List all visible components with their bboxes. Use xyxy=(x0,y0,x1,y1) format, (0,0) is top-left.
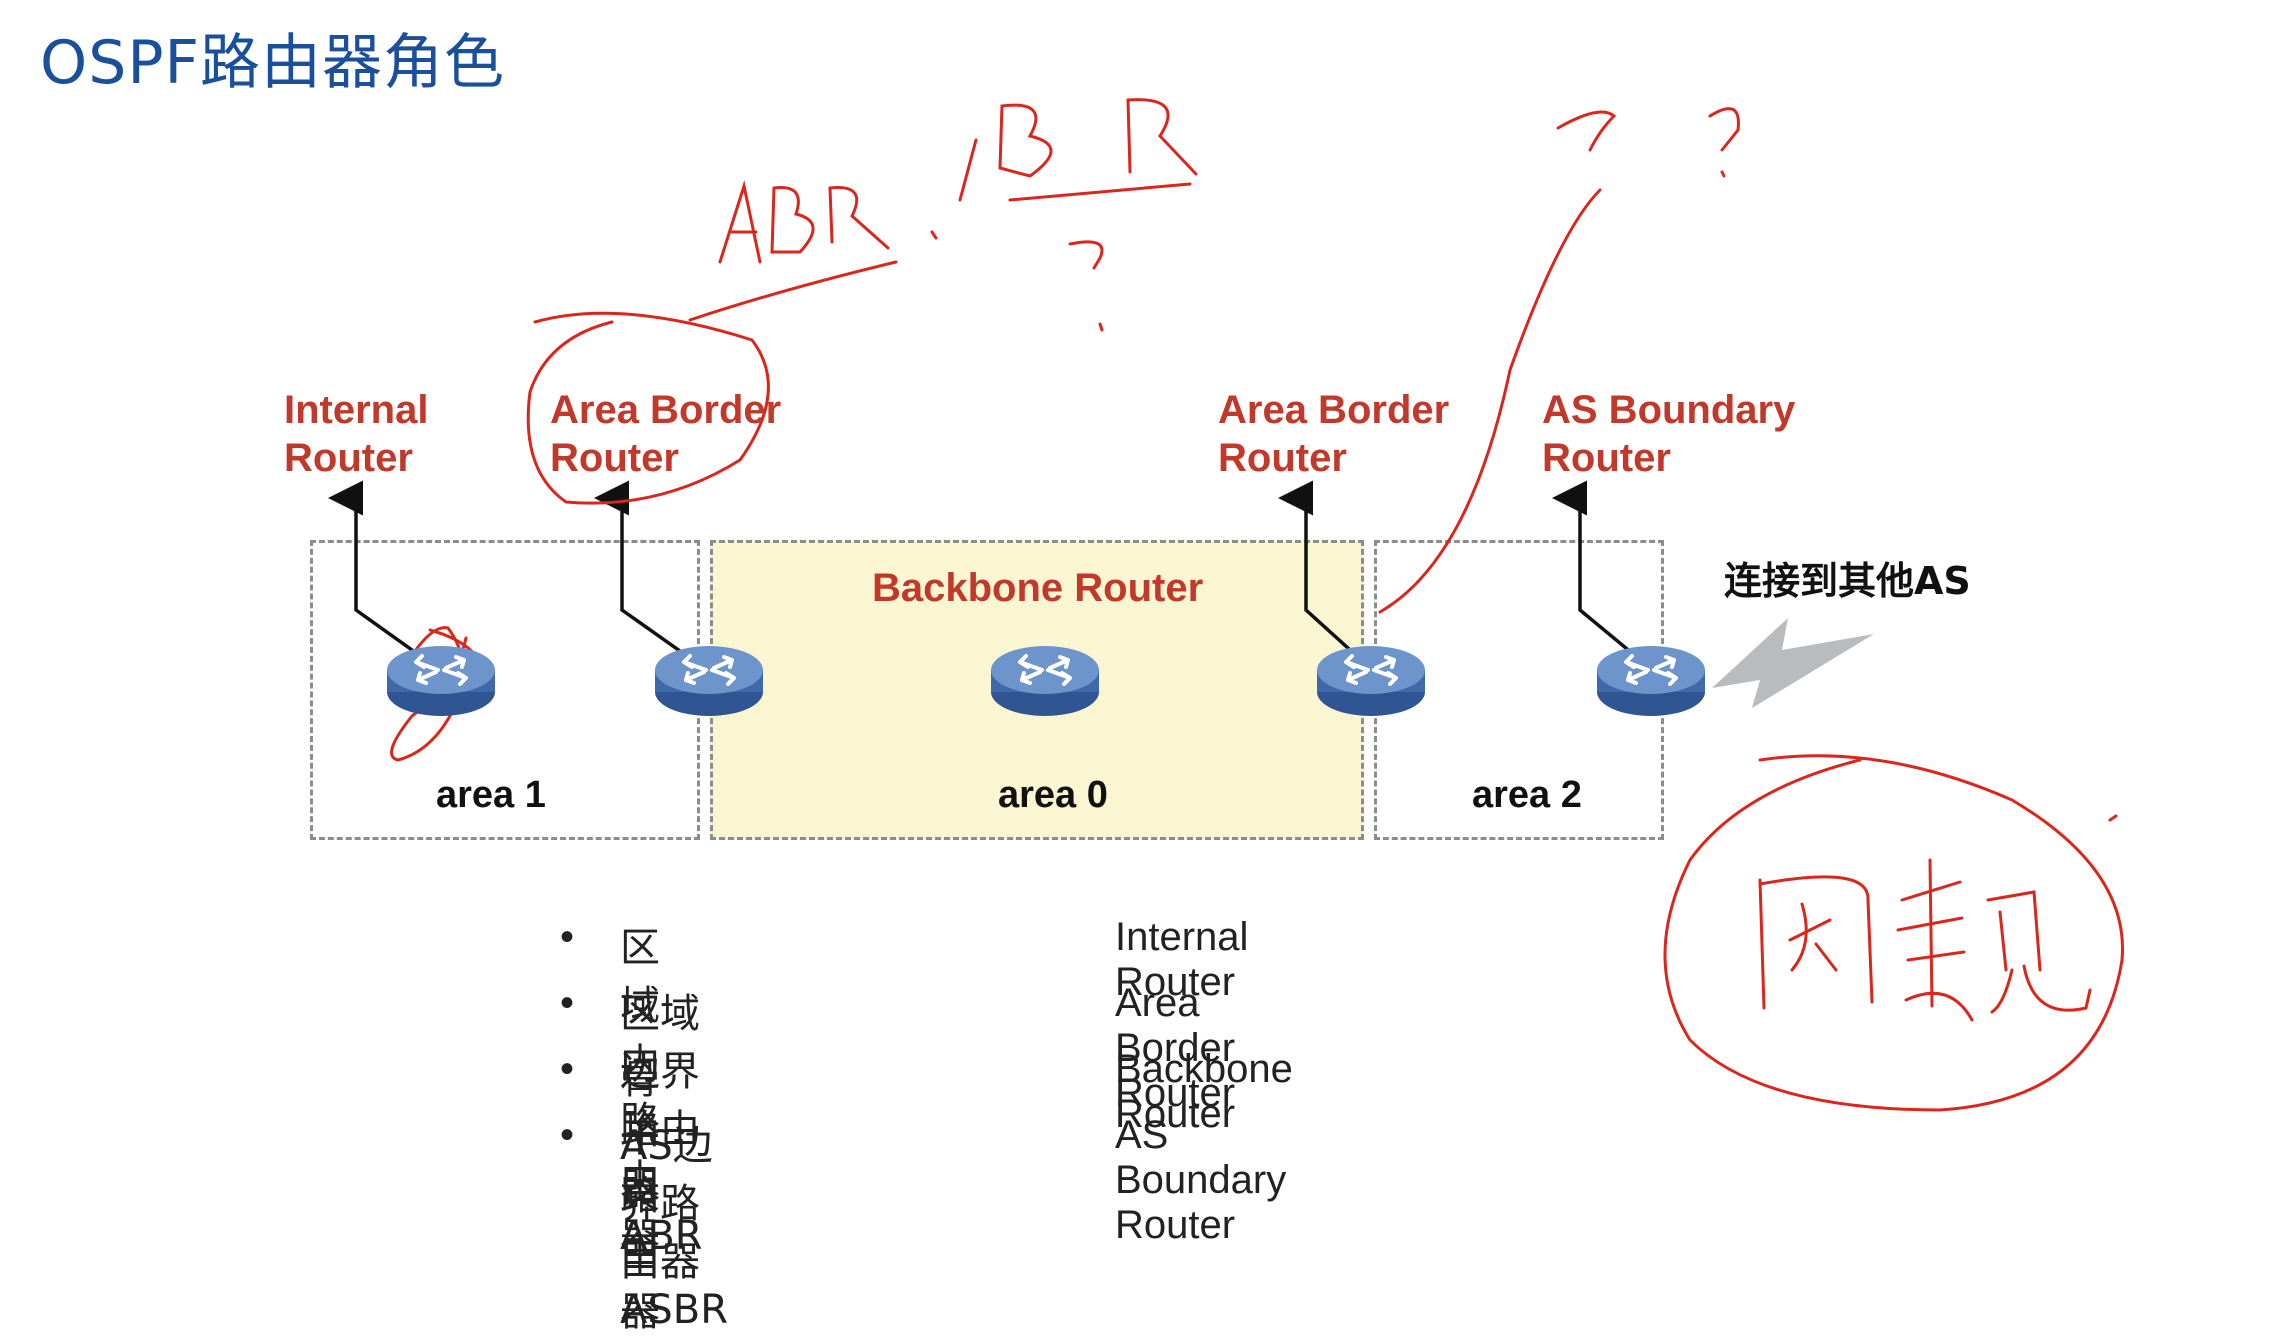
list-bullet: • xyxy=(560,981,575,1025)
list-bullet: • xyxy=(560,1047,575,1091)
router-icon xyxy=(652,640,766,720)
router-icon xyxy=(384,640,498,720)
list-item-zh: AS边界路由器ASBR xyxy=(620,1123,728,1333)
router-icon xyxy=(1594,640,1708,720)
router-icon xyxy=(988,640,1102,720)
list-item-en: AS Boundary Router xyxy=(1115,1113,1287,1247)
list-bullet: • xyxy=(560,1113,575,1157)
lightning-icon xyxy=(1712,618,1874,708)
list-bullet: • xyxy=(560,915,575,959)
router-icon xyxy=(1314,640,1428,720)
